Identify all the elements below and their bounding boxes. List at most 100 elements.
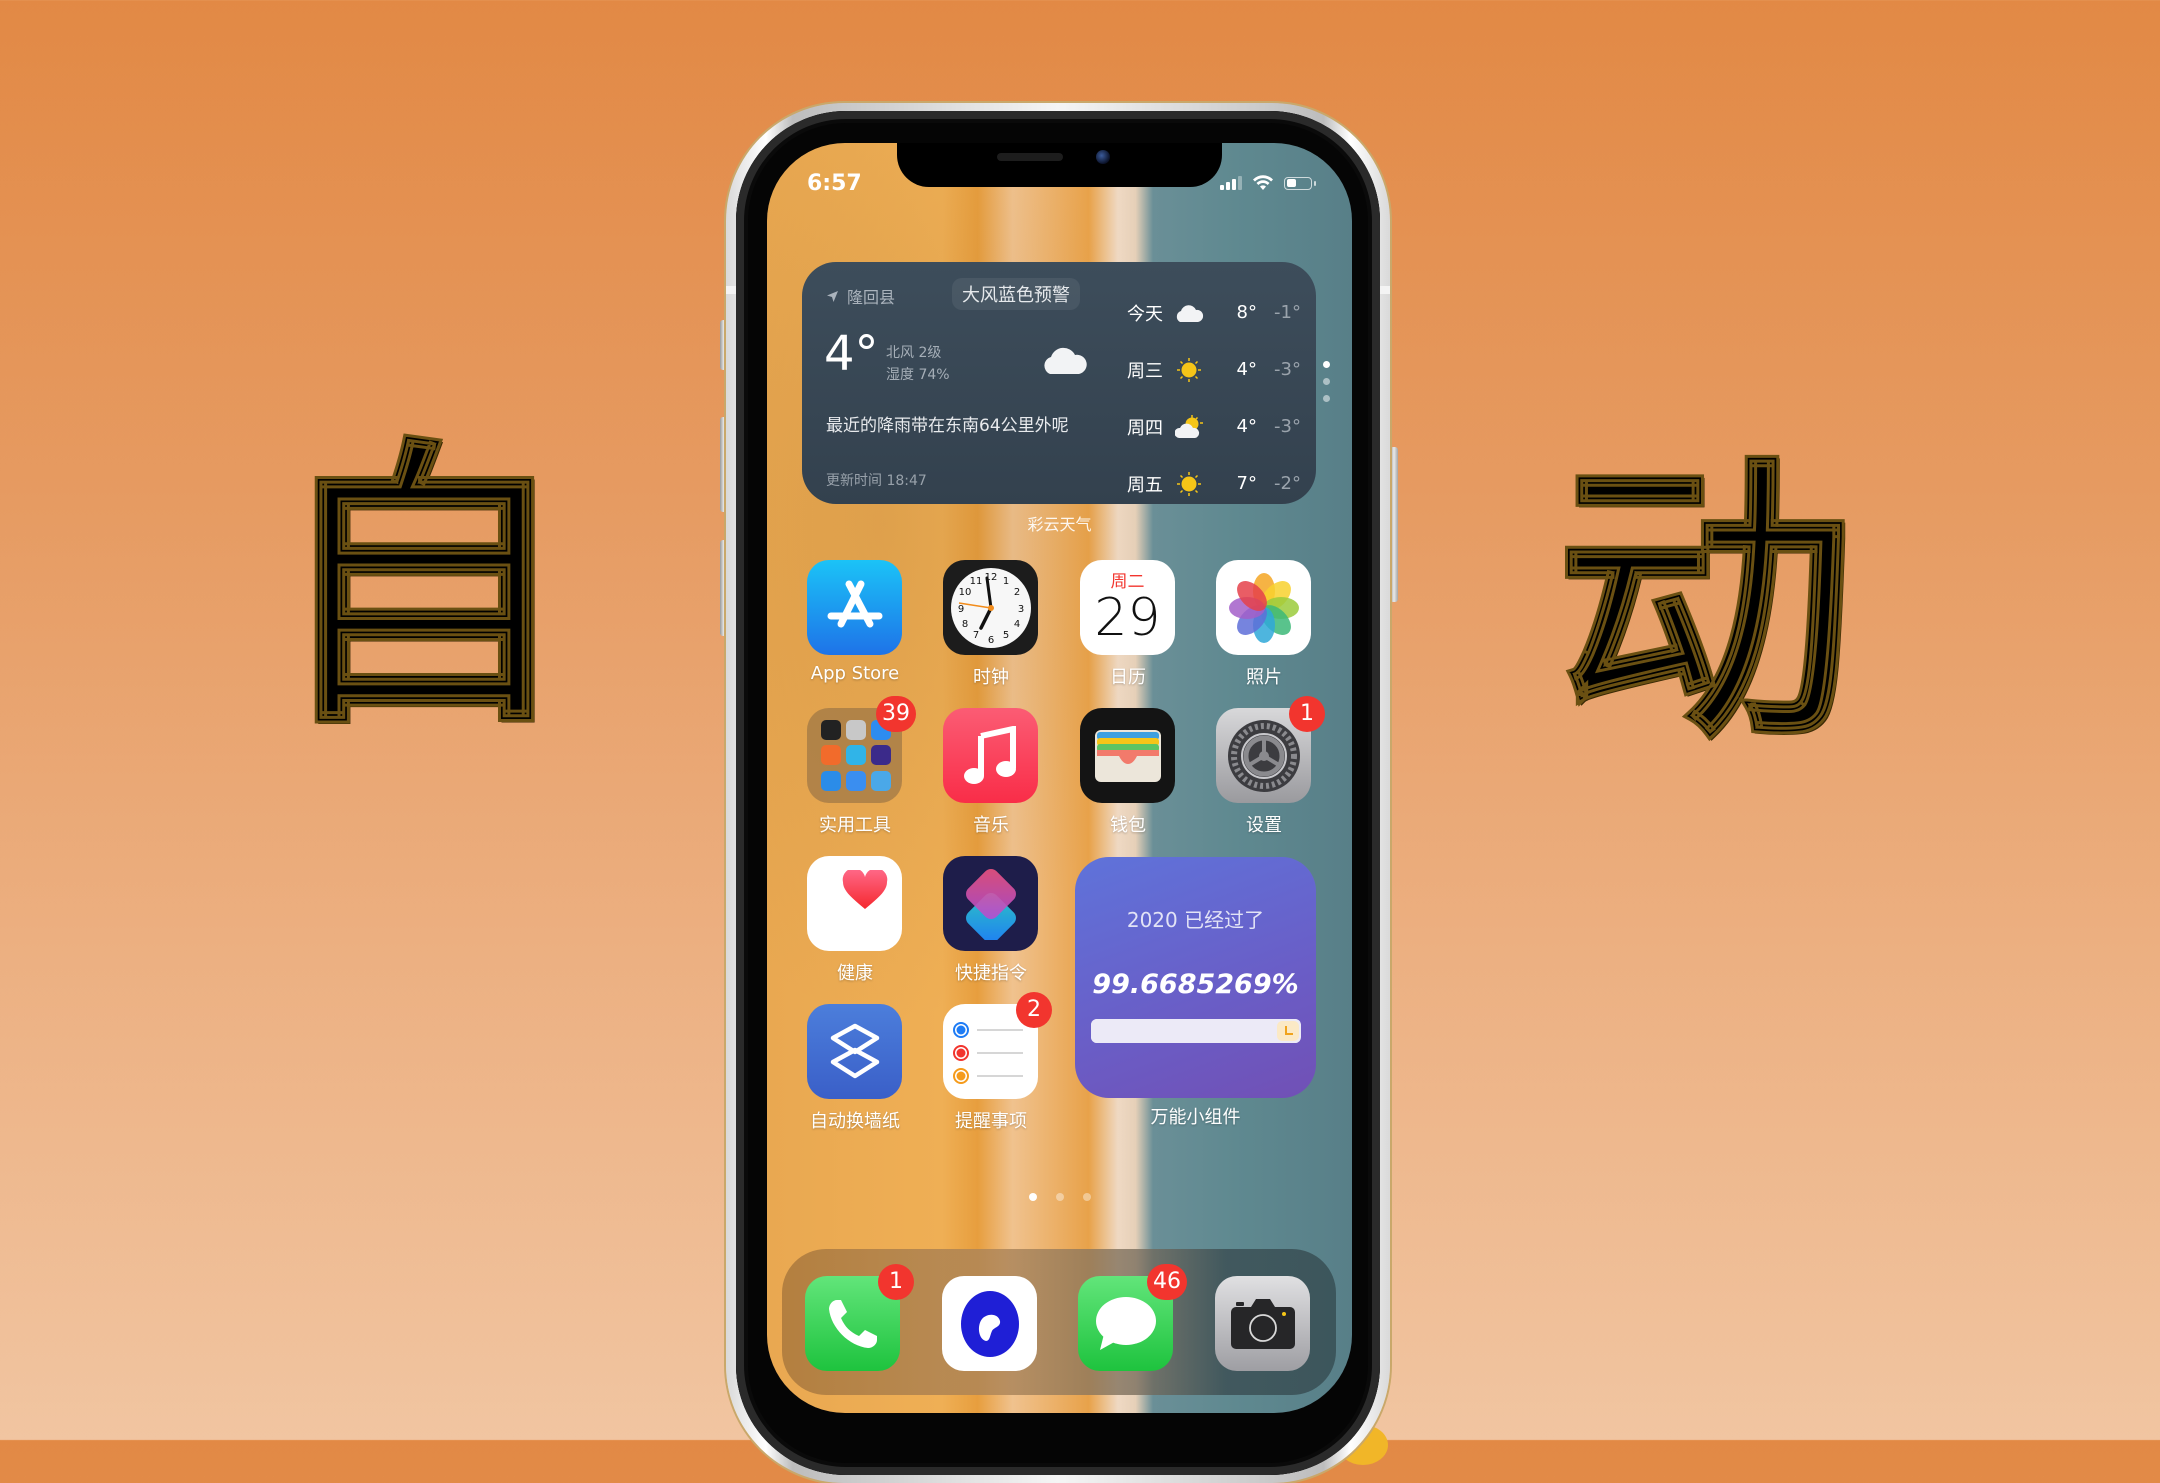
svg-text:2: 2 [1013,587,1019,598]
calendar-icon: 周二 29 [1080,560,1175,655]
forecast-row: 周四 4° -3° [1127,398,1302,455]
signal-bar [1238,176,1242,190]
location-name: 隆回县 [847,288,896,307]
overlay-char-left: 自 [271,415,574,764]
humidity-text: 湿度 74% [886,367,950,383]
reminders-icon: 2 [943,992,1052,1099]
app-folder[interactable]: 39 实用工具 [807,696,916,837]
notification-badge: 39 [876,696,916,732]
dock-app-phone[interactable]: 1 [805,1264,914,1371]
forecast-row: 周五 7° -2° [1127,455,1302,512]
app-label: 提醒事项 [955,1111,1027,1132]
antenna-band [726,286,736,294]
forecast-day: 周五 [1127,474,1163,496]
overlay-char-right: 动 [1554,430,1857,779]
dock-app-camera[interactable] [1215,1276,1311,1371]
sun-icon [1167,357,1211,383]
page-dot[interactable] [1082,1193,1091,1201]
page-dot[interactable] [1055,1193,1064,1201]
clock-icon: 12 1 2 3 4 5 6 7 8 9 10 11 [943,560,1038,655]
music-icon [943,708,1038,803]
app-app-store[interactable]: App Store [807,560,903,684]
weather-widget[interactable]: 隆回县 大风蓝色预警 4° 北风 2级 湿度 74% 最近的降雨带在东南64公里… [802,262,1316,504]
app-label: 日历 [1110,667,1146,688]
app-clock[interactable]: 12 1 2 3 4 5 6 7 8 9 10 11 时钟 [943,560,1039,689]
forecast-day: 今天 [1127,303,1163,325]
app-reminders[interactable]: 2 提醒事项 [943,992,1052,1133]
battery-icon [1284,176,1316,190]
app-label: 时钟 [973,667,1009,688]
svg-text:10: 10 [958,587,971,598]
wifi-icon [1253,175,1273,190]
quark-browser-icon [942,1276,1037,1371]
photos-icon [1216,560,1311,655]
stack-dot [1323,361,1330,368]
page-dot[interactable] [1028,1193,1037,1201]
year-progress-fill [1091,1019,1301,1043]
update-time: 更新时间 18:47 [826,473,927,489]
status-indicators [1220,175,1316,191]
forecast-list: 今天 8° -1° 周三 4° -3° 周四 4° -3° 周五 7° -2° [1127,284,1302,512]
app-label: 设置 [1246,815,1282,836]
battery-level [1286,179,1296,187]
dock-app-messages[interactable]: 46 [1078,1264,1187,1371]
wallet-icon [1080,708,1175,803]
app-layers[interactable]: 自动换墙纸 [807,1004,903,1133]
app-health[interactable]: 健康 [807,856,903,985]
app-label: 健康 [837,963,873,984]
forecast-high: 4° [1236,416,1257,437]
svg-text:9: 9 [957,604,963,615]
camera-icon [1215,1276,1310,1371]
forecast-row: 今天 8° -1° [1127,284,1302,341]
svg-text:1: 1 [1002,576,1008,587]
forecast-high: 8° [1236,302,1257,323]
partly-cloudy-icon [1167,414,1211,440]
signal-bar [1232,179,1236,190]
progress-widget-label: 万能小组件 [1150,1107,1241,1128]
year-progress-value: 99.6685269% [1092,969,1299,1000]
svg-text:8: 8 [961,619,967,630]
location-arrow-icon [827,290,838,302]
year-progress-title: 2020 已经过了 [1126,908,1265,932]
signal-bar [1226,182,1230,190]
dock-app-quark[interactable] [942,1276,1038,1371]
notch [897,143,1222,187]
page-indicator[interactable] [767,1193,1352,1201]
app-calendar[interactable]: 周二 29 日历 [1080,560,1176,689]
forecast-low: -2° [1274,473,1301,494]
app-settings[interactable]: 1 设置 [1216,696,1325,837]
forecast-high: 4° [1236,359,1257,380]
phone-icon: 1 [805,1264,914,1371]
forecast-low: -3° [1274,416,1301,437]
front-camera [1096,150,1110,164]
messages-icon: 46 [1078,1264,1187,1371]
notification-badge: 1 [1289,696,1325,732]
app-music[interactable]: 音乐 [943,708,1039,837]
weather-alert-badge: 大风蓝色预警 [952,278,1080,310]
forecast-low: -3° [1274,359,1301,380]
app-label: 快捷指令 [955,963,1027,984]
signal-bar [1220,185,1224,190]
app-label: 自动换墙纸 [810,1111,900,1132]
health-icon [807,856,902,951]
svg-text:5: 5 [1002,630,1008,641]
app-shortcuts[interactable]: 快捷指令 [943,856,1039,985]
app-photos[interactable]: 照片 [1216,560,1312,689]
cellular-signal-icon [1220,176,1242,190]
weather-location: 隆回县 [826,284,895,308]
stack-dot [1323,395,1330,402]
stack-dot [1323,378,1330,385]
app-label: 照片 [1246,667,1282,688]
app-wallet[interactable]: 钱包 [1080,708,1176,837]
cloud-icon [1167,303,1211,323]
svg-text:11: 11 [969,576,982,587]
svg-text:7: 7 [972,630,978,641]
year-progress-widget[interactable]: 2020 已经过了 99.6685269% [1075,857,1316,1098]
status-time: 6:57 [807,171,862,196]
svg-text:6: 6 [987,635,993,646]
year-progress-bar [1091,1019,1301,1043]
calendar-date: 29 [1094,588,1161,648]
current-temperature: 4° [824,326,879,382]
forecast-day: 周四 [1127,417,1163,439]
folder-icon: 39 [807,696,916,803]
